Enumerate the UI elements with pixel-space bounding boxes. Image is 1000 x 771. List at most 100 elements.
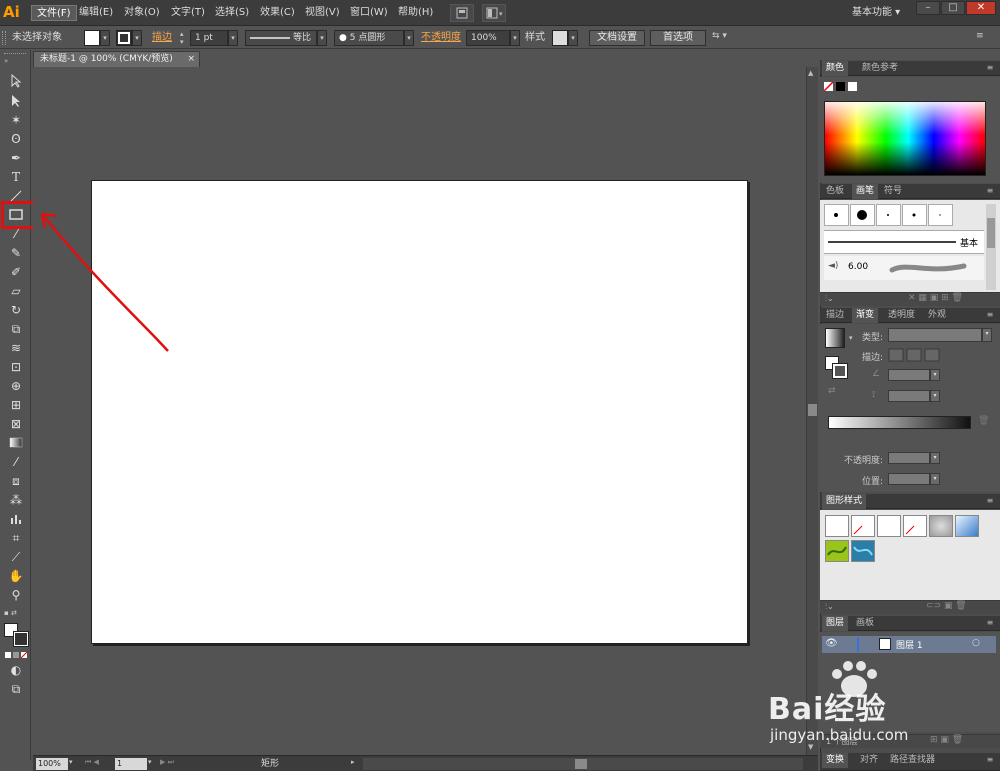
gradient-slider[interactable] bbox=[828, 416, 971, 429]
opacity-label[interactable]: 不透明度 bbox=[421, 31, 461, 45]
column-graph-tool-icon[interactable] bbox=[4, 510, 28, 528]
gradient-stroke-swatch[interactable] bbox=[832, 363, 848, 379]
layers-panel-menu-icon[interactable]: ≡ bbox=[984, 617, 996, 629]
style-swatch[interactable] bbox=[552, 30, 568, 46]
perspective-grid-tool-icon[interactable]: ⊞ bbox=[4, 396, 28, 414]
tab-brushes[interactable]: 画笔 bbox=[852, 184, 879, 199]
artboard-next-icons[interactable]: ▶ ⏭ bbox=[160, 758, 188, 770]
tab-color[interactable]: 颜色 bbox=[822, 61, 849, 76]
brush-definition[interactable]: ● 5 点圆形 bbox=[334, 30, 404, 46]
graphic-style-none[interactable] bbox=[851, 515, 875, 537]
zoom-field[interactable]: 100% bbox=[36, 758, 68, 770]
preferences-button[interactable]: 首选项 bbox=[650, 30, 706, 46]
stroke-color-swatch[interactable] bbox=[13, 631, 29, 647]
gradient-position-dropdown[interactable]: ▾ bbox=[930, 473, 940, 485]
default-colors-icon[interactable]: ▪ ⇄ bbox=[4, 609, 28, 617]
brush-dot-large[interactable] bbox=[850, 204, 875, 226]
maximize-button[interactable]: □ bbox=[941, 1, 965, 15]
menu-view[interactable]: 视图(V) bbox=[300, 5, 345, 21]
tab-symbols[interactable]: 符号 bbox=[880, 184, 906, 199]
minimize-button[interactable]: – bbox=[916, 1, 940, 15]
artboard-tool-icon[interactable]: ⌗ bbox=[4, 529, 28, 547]
screen-mode-icon[interactable]: ⧉ bbox=[4, 680, 28, 698]
brush-footer-icons[interactable]: ✕ ▦ ▣ ⊞ 🗑 bbox=[908, 293, 963, 303]
graphic-style-default[interactable] bbox=[825, 515, 849, 537]
gradient-position-field[interactable] bbox=[888, 473, 930, 485]
color-panel-menu-icon[interactable]: ≡ bbox=[984, 62, 996, 74]
menu-help[interactable]: 帮助(H) bbox=[393, 5, 438, 21]
gradient-stroke-buttons[interactable] bbox=[888, 348, 942, 362]
symbol-sprayer-tool-icon[interactable]: ⁂ bbox=[4, 491, 28, 509]
color-quick-swatches[interactable] bbox=[823, 81, 860, 92]
close-button[interactable]: ✕ bbox=[966, 1, 996, 15]
layer-target-icon[interactable]: ○ bbox=[972, 638, 980, 648]
graphic-style-blue-pattern[interactable] bbox=[851, 540, 875, 562]
tab-gradient[interactable]: 渐变 bbox=[852, 308, 879, 323]
brush-dot-small[interactable] bbox=[824, 204, 849, 226]
brush-library-icon[interactable]: ⫶⌄ bbox=[825, 294, 834, 304]
gradient-panel-menu-icon[interactable]: ≡ bbox=[984, 309, 996, 321]
gradient-angle-dropdown[interactable]: ▾ bbox=[930, 369, 940, 381]
brushes-panel-menu-icon[interactable]: ≡ bbox=[984, 185, 996, 197]
brush-dropdown[interactable]: ▾ bbox=[404, 30, 414, 46]
style-dropdown[interactable]: ▾ bbox=[568, 30, 578, 46]
scroll-up-icon[interactable]: ▲ bbox=[808, 69, 817, 79]
graphic-style-split[interactable] bbox=[903, 515, 927, 537]
menu-window[interactable]: 窗口(W) bbox=[345, 5, 393, 21]
menu-select[interactable]: 选择(S) bbox=[210, 5, 254, 21]
horizontal-scrollbar[interactable] bbox=[363, 758, 803, 770]
graphic-styles-footer-icons[interactable]: ⊂⊃ ▣ 🗑 bbox=[926, 601, 967, 611]
gradient-reverse-icon[interactable]: ⇄ bbox=[828, 386, 842, 398]
layer-row[interactable]: 👁 图层 1 ○ bbox=[822, 636, 996, 653]
stroke-profile-dropdown[interactable]: ▾ bbox=[317, 30, 327, 46]
tab-layers[interactable]: 图层 bbox=[822, 616, 849, 631]
gradient-opacity-field[interactable] bbox=[888, 452, 930, 464]
gradient-preview[interactable] bbox=[825, 328, 845, 348]
vertical-scroll-thumb[interactable] bbox=[808, 404, 817, 416]
opacity-field[interactable]: 100% bbox=[466, 30, 510, 46]
gradient-aspect-field[interactable] bbox=[888, 390, 930, 402]
gradient-opacity-dropdown[interactable]: ▾ bbox=[930, 452, 940, 464]
tab-stroke[interactable]: 描边 bbox=[822, 308, 848, 323]
arrange-documents-icon[interactable]: ▾ bbox=[482, 4, 506, 22]
brushes-scrollbar[interactable] bbox=[986, 204, 996, 290]
tab-appearance[interactable]: 外观 bbox=[924, 308, 950, 323]
panel-options-icon[interactable]: ⇆ ▾ bbox=[712, 31, 736, 45]
gradient-tool-icon[interactable] bbox=[4, 434, 28, 452]
brush-dot-medium[interactable] bbox=[902, 204, 927, 226]
workspace-switcher[interactable]: 基本功能 ▾ bbox=[852, 4, 914, 22]
layer-visibility-icon[interactable]: 👁 bbox=[825, 638, 838, 649]
free-transform-tool-icon[interactable]: ⊡ bbox=[4, 358, 28, 376]
tab-transparency[interactable]: 透明度 bbox=[884, 308, 919, 323]
transform-panel-menu-icon[interactable]: ≡ bbox=[984, 754, 996, 766]
stroke-weight-dropdown[interactable]: ▾ bbox=[228, 30, 238, 46]
brush-basic-row[interactable]: 基本 bbox=[824, 230, 984, 254]
tab-graphic-styles[interactable]: 图形样式 bbox=[822, 494, 867, 509]
tab-swatches[interactable]: 色板 bbox=[822, 184, 848, 199]
hand-tool-icon[interactable]: ✋ bbox=[4, 567, 28, 585]
brush-size-row[interactable]: ◄) 6.00 bbox=[824, 256, 984, 280]
mesh-tool-icon[interactable]: ⊠ bbox=[4, 415, 28, 433]
shape-builder-tool-icon[interactable]: ⊕ bbox=[4, 377, 28, 395]
gradient-delete-stop-icon[interactable]: 🗑 bbox=[978, 416, 990, 428]
graphic-style-white[interactable] bbox=[877, 515, 901, 537]
graphic-styles-library-icon[interactable]: ⫶⌄ bbox=[825, 602, 834, 612]
layer-name[interactable]: 图层 1 bbox=[896, 638, 923, 651]
artboard-prev-icons[interactable]: ⏮ ◀ bbox=[85, 758, 113, 770]
menu-effect[interactable]: 效果(C) bbox=[255, 5, 300, 21]
brushes-scroll-thumb[interactable] bbox=[987, 218, 995, 248]
horizontal-scroll-thumb[interactable] bbox=[575, 759, 587, 769]
brush-dot-tiny[interactable] bbox=[876, 204, 901, 226]
gradient-angle-field[interactable] bbox=[888, 369, 930, 381]
opacity-dropdown[interactable]: ▾ bbox=[510, 30, 520, 46]
vertical-scrollbar[interactable]: ▲ ▼ bbox=[806, 67, 818, 755]
blend-tool-icon[interactable]: ⧈ bbox=[4, 472, 28, 490]
status-menu-icon[interactable]: ▸ bbox=[351, 758, 361, 770]
artboard-dropdown-icon[interactable]: ▾ bbox=[148, 758, 158, 770]
bridge-icon[interactable] bbox=[450, 4, 474, 22]
gradient-type-dropdown[interactable]: ▾ bbox=[982, 328, 992, 342]
color-mode-icons[interactable] bbox=[4, 651, 28, 659]
zoom-tool-icon[interactable]: ⚲ bbox=[4, 586, 28, 604]
zoom-dropdown-icon[interactable]: ▾ bbox=[69, 758, 79, 770]
graphic-style-blue[interactable] bbox=[955, 515, 979, 537]
